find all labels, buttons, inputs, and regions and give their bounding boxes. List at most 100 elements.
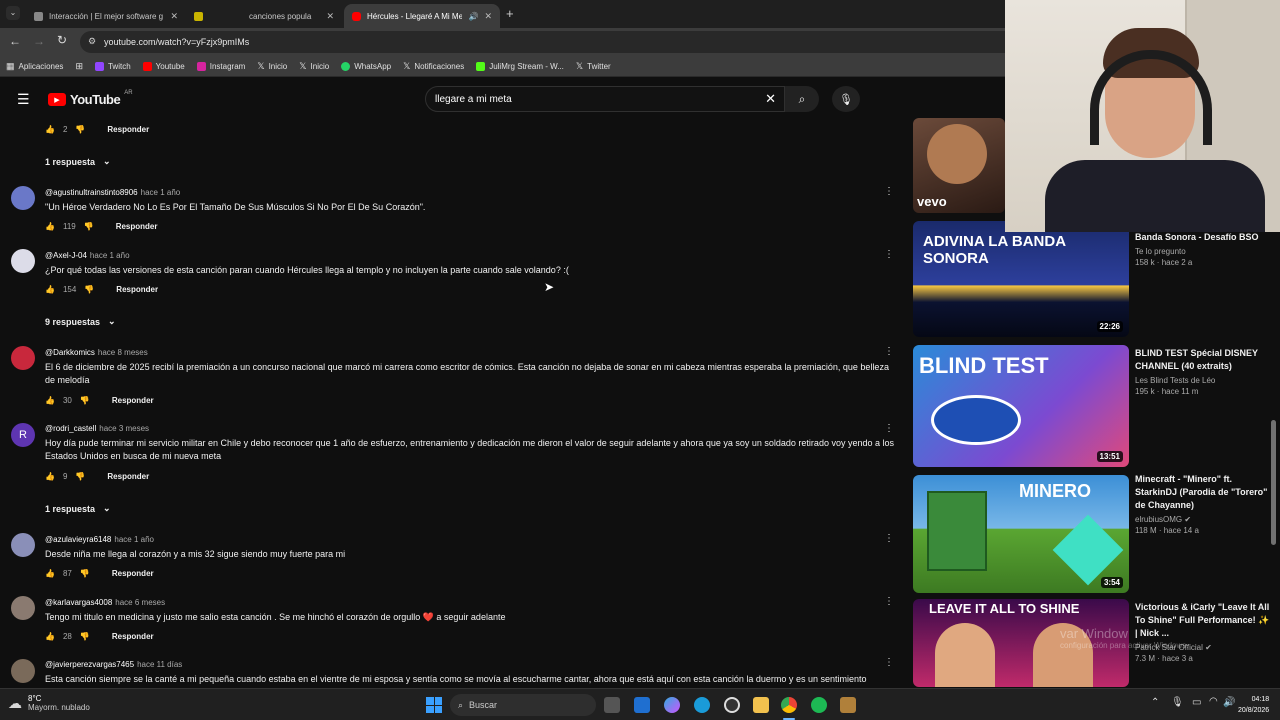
show-replies-button[interactable]: 9 respuestas ⌄ (45, 316, 116, 327)
dislike-icon[interactable]: 👎 (84, 285, 94, 294)
package-icon[interactable] (840, 697, 856, 713)
like-icon[interactable]: 👍 (45, 222, 55, 231)
more-options-icon[interactable]: ⋮ (884, 657, 894, 668)
clock[interactable]: 04:18 20/8/2026 (1238, 694, 1269, 716)
volume-icon[interactable]: 🔊 (1223, 697, 1235, 708)
close-icon[interactable]: ✕ (170, 11, 178, 22)
more-options-icon[interactable]: ⋮ (884, 596, 894, 607)
like-icon[interactable]: 👍 (45, 569, 55, 578)
scrollbar[interactable] (1271, 420, 1276, 545)
clear-search-icon[interactable]: ✕ (765, 91, 776, 107)
dislike-icon[interactable]: 👎 (80, 396, 90, 405)
edge-icon[interactable] (694, 697, 710, 713)
reply-button[interactable]: Responder (112, 569, 154, 578)
display-icon[interactable]: ▭ (1192, 697, 1201, 708)
avatar[interactable]: R (11, 423, 35, 447)
more-options-icon[interactable]: ⋮ (884, 423, 894, 434)
comment-author[interactable]: @rodri_castell (45, 424, 96, 433)
bookmark-julimrg[interactable]: JuliMrg Stream - W... (476, 61, 564, 71)
back-icon[interactable]: ← (9, 34, 21, 48)
reply-button[interactable]: Responder (107, 125, 149, 134)
forward-icon[interactable]: → (33, 34, 45, 48)
start-windows-icon[interactable] (426, 697, 442, 713)
reply-button[interactable]: Responder (107, 472, 149, 481)
reply-button[interactable]: Responder (112, 632, 154, 641)
dislike-icon[interactable]: 👎 (84, 222, 94, 231)
close-icon[interactable]: ✕ (326, 11, 334, 22)
like-icon[interactable]: 👍 (45, 632, 55, 641)
bookmark-twitch[interactable]: Twitch (94, 61, 131, 71)
bookmark-aplicaciones[interactable]: ▦ Aplicaciones (6, 61, 63, 72)
related-video[interactable]: MINERO 3:54 Minecraft - "Minero" ft. Sta… (913, 473, 1280, 597)
more-options-icon[interactable]: ⋮ (884, 186, 894, 197)
channel-name[interactable]: elrubiusOMG ✔ (1135, 515, 1270, 524)
avatar[interactable] (11, 186, 35, 210)
channel-name[interactable]: Les Blind Tests de Léo (1135, 376, 1270, 385)
file-explorer-icon[interactable] (753, 697, 769, 713)
menu-icon[interactable]: ☰ (17, 91, 30, 108)
bookmark-youtube[interactable]: Youtube (142, 61, 185, 71)
comment-author[interactable]: @azulavieyra6148 (45, 535, 111, 544)
dislike-icon[interactable]: 👎 (75, 472, 85, 481)
task-view-icon[interactable] (604, 697, 620, 713)
search-button[interactable]: ⌕ (785, 86, 819, 112)
site-info-icon[interactable]: ⚙ (88, 36, 96, 47)
comment-author[interactable]: @Axel-J-04 (45, 251, 87, 260)
comment-author[interactable]: @karlavargas4008 (45, 598, 112, 607)
bookmark-notificaciones[interactable]: 𝕏 Notificaciones (403, 61, 464, 72)
channel-name[interactable]: Te lo pregunto (1135, 247, 1270, 256)
close-icon[interactable]: ✕ (484, 11, 492, 22)
more-options-icon[interactable]: ⋮ (884, 249, 894, 260)
tab-interaccion[interactable]: Interacción | El mejor software g ✕ (26, 4, 186, 28)
bookmark-inicio-2[interactable]: 𝕏 Inicio (299, 61, 329, 72)
more-options-icon[interactable]: ⋮ (884, 533, 894, 544)
comment-time[interactable]: hace 1 año (114, 535, 154, 544)
comment-time[interactable]: hace 6 meses (115, 598, 165, 607)
audio-playing-icon[interactable]: 🔊 (468, 12, 478, 21)
comment-author[interactable]: @agustinultrainstinto8906 (45, 188, 138, 197)
comment-time[interactable]: hace 1 año (141, 188, 181, 197)
bookmark-inicio-1[interactable]: 𝕏 Inicio (257, 61, 287, 72)
comment-time[interactable]: hace 8 meses (98, 348, 148, 357)
like-icon[interactable]: 👍 (45, 125, 55, 134)
avatar[interactable] (11, 533, 35, 557)
bookmark-whatsapp[interactable]: WhatsApp (341, 61, 391, 71)
reload-icon[interactable]: ↻ (57, 33, 67, 47)
reply-button[interactable]: Responder (112, 396, 154, 405)
avatar[interactable] (11, 596, 35, 620)
reply-button[interactable]: Responder (116, 222, 158, 231)
outlook-icon[interactable] (634, 697, 650, 713)
comment-author[interactable]: @Darkkomics (45, 348, 95, 357)
weather-widget[interactable]: ☁ 8°C Mayorm. nublado (8, 694, 90, 712)
voice-search-button[interactable]: 🎙 (832, 86, 860, 112)
copilot-icon[interactable] (664, 697, 680, 713)
related-video[interactable]: BLIND TEST 13:51 BLIND TEST Spécial DISN… (913, 345, 1280, 469)
search-input[interactable]: llegare a mi meta ✕ (425, 86, 785, 112)
reply-button[interactable]: Responder (116, 285, 158, 294)
video-thumbnail[interactable]: BLIND TEST 13:51 (913, 345, 1129, 467)
show-replies-button[interactable]: 1 respuesta ⌄ (45, 156, 111, 167)
dislike-icon[interactable]: 👎 (75, 125, 85, 134)
new-tab-button[interactable]: + (506, 6, 514, 21)
wifi-icon[interactable]: ◠ (1209, 696, 1218, 707)
comment-time[interactable]: hace 1 año (90, 251, 130, 260)
bookmark-grid[interactable]: ⊞ (75, 61, 83, 72)
comment-time[interactable]: hace 3 meses (99, 424, 149, 433)
chrome-icon[interactable] (781, 697, 797, 713)
video-thumbnail[interactable]: vevo (913, 118, 1005, 213)
video-info[interactable]: Banda Sonora - Desafío BSO Te lo pregunt… (1135, 231, 1270, 267)
like-icon[interactable]: 👍 (45, 285, 55, 294)
video-title[interactable]: BLIND TEST Spécial DISNEY CHANNEL (40 ex… (1135, 347, 1270, 373)
related-video[interactable]: ADIVINA LA BANDA SONORA 22:26 Banda Sono… (913, 221, 1280, 339)
taskbar-search[interactable]: ⌕ Buscar (450, 694, 596, 716)
video-info[interactable]: Minecraft - "Minero" ft. StarkinDJ (Paro… (1135, 473, 1270, 535)
tab-search-icon[interactable]: ⌄ (6, 6, 20, 20)
youtube-logo[interactable]: ▶ YouTube AR (48, 90, 133, 107)
avatar[interactable] (11, 249, 35, 273)
microphone-icon[interactable]: 🎙 (1171, 697, 1184, 708)
dislike-icon[interactable]: 👎 (80, 569, 90, 578)
tab-canciones[interactable]: canciones popula ✕ (186, 4, 342, 28)
avatar[interactable] (11, 659, 35, 683)
video-thumbnail[interactable]: ADIVINA LA BANDA SONORA 22:26 (913, 221, 1129, 337)
obs-icon[interactable] (724, 697, 740, 713)
